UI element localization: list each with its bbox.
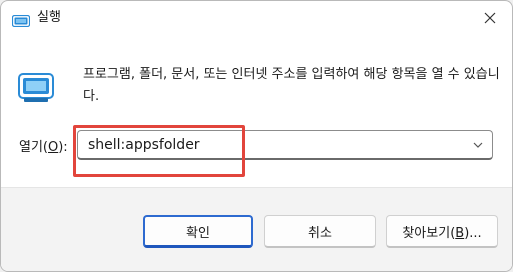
close-button[interactable] [467, 1, 512, 35]
cancel-button[interactable]: 취소 [264, 215, 376, 248]
window-title: 실행 [37, 10, 61, 25]
close-icon [484, 9, 496, 28]
title-bar[interactable]: 실행 [1, 1, 512, 35]
run-dialog: 실행 프로그램, 폴더, 문서, 또는 인터넷 주소를 입력하여 해당 항목을 … [0, 0, 513, 272]
browse-button[interactable]: 찾아보기(B)... [386, 215, 498, 248]
dialog-description: 프로그램, 폴더, 문서, 또는 인터넷 주소를 입력하여 해당 항목을 열 수… [83, 67, 500, 104]
run-icon [11, 12, 31, 28]
annotation-highlight-box [73, 125, 245, 177]
open-label: 열기(O): [19, 140, 68, 155]
chevron-down-icon[interactable] [470, 137, 486, 153]
dialog-body: 프로그램, 폴더, 문서, 또는 인터넷 주소를 입력하여 해당 항목을 열 수… [1, 35, 512, 187]
button-bar: 확인 취소 찾아보기(B)... [1, 187, 512, 271]
ok-button[interactable]: 확인 [143, 215, 253, 248]
run-icon [18, 73, 54, 103]
